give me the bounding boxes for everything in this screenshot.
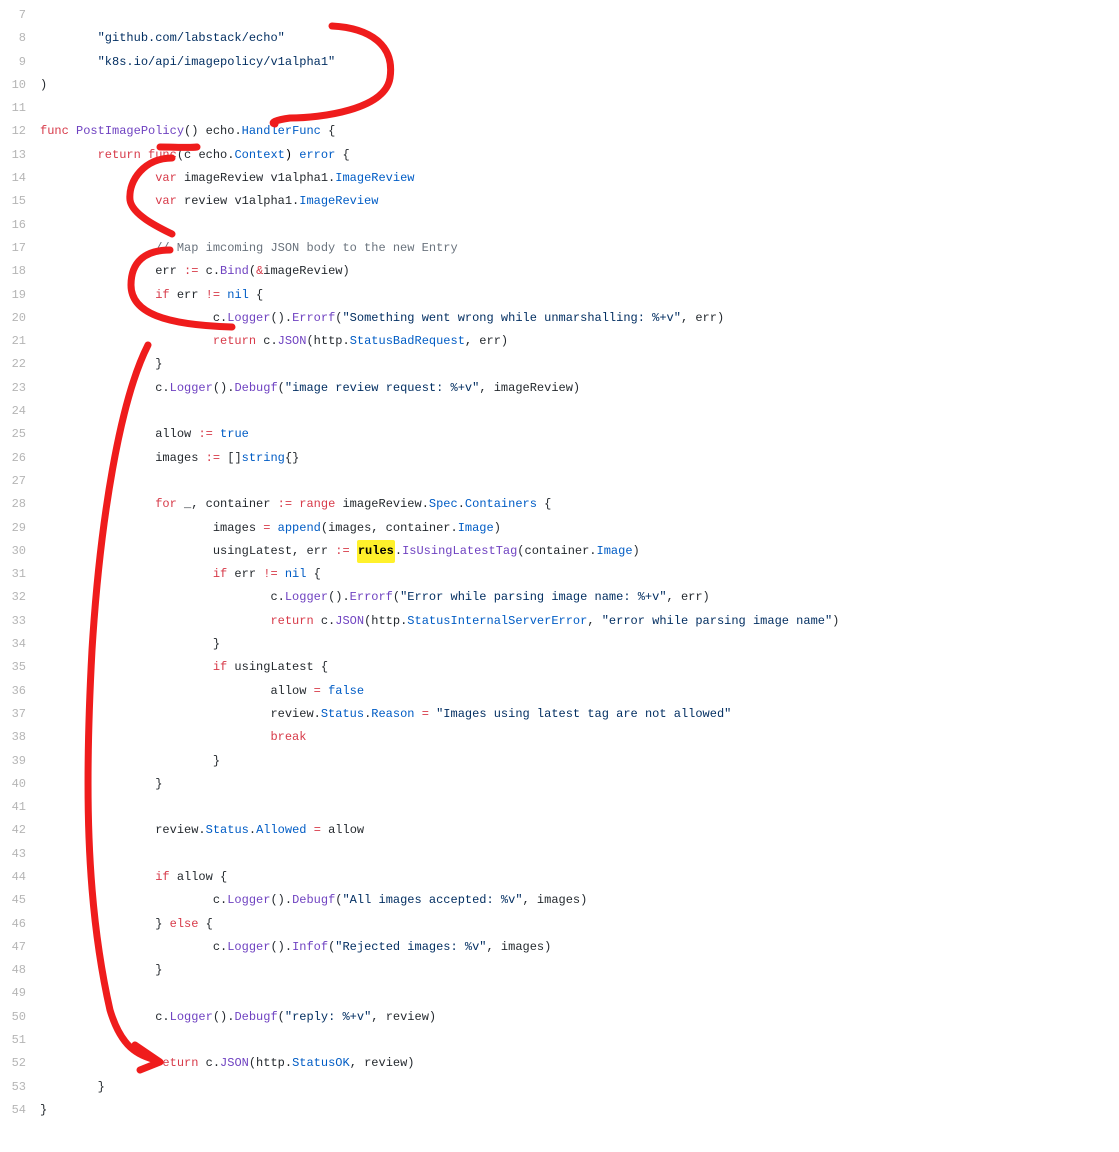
line-number: 38	[0, 726, 40, 749]
line-number: 12	[0, 120, 40, 143]
line-number: 46	[0, 913, 40, 936]
line-number: 7	[0, 4, 40, 27]
line-number: 25	[0, 423, 40, 446]
line-number: 44	[0, 866, 40, 889]
line-number: 36	[0, 680, 40, 703]
line-number: 31	[0, 563, 40, 586]
keyword[interactable]: else	[170, 913, 199, 936]
line-number: 51	[0, 1029, 40, 1052]
keyword[interactable]: if	[155, 284, 169, 307]
keyword[interactable]: var	[155, 167, 177, 190]
line-number: 29	[0, 517, 40, 540]
line-number: 32	[0, 586, 40, 609]
line-number: 41	[0, 796, 40, 819]
line-number: 35	[0, 656, 40, 679]
search-highlight[interactable]: rules	[357, 540, 395, 563]
keyword[interactable]: return	[213, 330, 256, 353]
import-string[interactable]: "k8s.io/api/imagepolicy/v1alpha1"	[98, 51, 336, 74]
line-number: 39	[0, 750, 40, 773]
line-number: 21	[0, 330, 40, 353]
line-number: 45	[0, 889, 40, 912]
code-editor[interactable]: 7 8 "github.com/labstack/echo" 9 "k8s.io…	[0, 0, 1119, 1152]
keyword[interactable]: return	[270, 610, 313, 633]
code-line[interactable]: )	[40, 74, 47, 97]
line-number: 14	[0, 167, 40, 190]
line-number: 22	[0, 353, 40, 376]
keyword[interactable]: return	[98, 144, 141, 167]
line-number: 16	[0, 214, 40, 237]
keyword[interactable]: range	[299, 493, 335, 516]
line-number: 28	[0, 493, 40, 516]
func-name[interactable]: PostImagePolicy	[76, 120, 184, 143]
line-number: 9	[0, 51, 40, 74]
keyword[interactable]: return	[155, 1052, 198, 1075]
keyword[interactable]: for	[155, 493, 177, 516]
line-number: 52	[0, 1052, 40, 1075]
line-number: 17	[0, 237, 40, 260]
line-number: 37	[0, 703, 40, 726]
line-number: 26	[0, 447, 40, 470]
line-number: 54	[0, 1099, 40, 1122]
keyword[interactable]: if	[155, 866, 169, 889]
line-number: 53	[0, 1076, 40, 1099]
import-string[interactable]: "github.com/labstack/echo"	[98, 27, 285, 50]
keyword[interactable]: func	[148, 144, 177, 167]
line-number: 23	[0, 377, 40, 400]
line-number: 27	[0, 470, 40, 493]
line-number: 48	[0, 959, 40, 982]
line-number: 50	[0, 1006, 40, 1029]
line-number: 13	[0, 144, 40, 167]
line-number: 30	[0, 540, 40, 563]
line-number: 49	[0, 982, 40, 1005]
keyword[interactable]: break	[270, 726, 306, 749]
line-number: 8	[0, 27, 40, 50]
line-number: 40	[0, 773, 40, 796]
comment[interactable]: // Map imcoming JSON body to the new Ent…	[155, 237, 457, 260]
keyword[interactable]: func	[40, 120, 69, 143]
line-number: 10	[0, 74, 40, 97]
line-number: 43	[0, 843, 40, 866]
line-number: 20	[0, 307, 40, 330]
line-number: 24	[0, 400, 40, 423]
line-number: 47	[0, 936, 40, 959]
line-number: 11	[0, 97, 40, 120]
line-number: 42	[0, 819, 40, 842]
code-line[interactable]: }	[40, 1099, 47, 1122]
keyword[interactable]: var	[155, 190, 177, 213]
line-number: 33	[0, 610, 40, 633]
keyword[interactable]: if	[213, 656, 227, 679]
line-number: 34	[0, 633, 40, 656]
line-number: 15	[0, 190, 40, 213]
line-number: 18	[0, 260, 40, 283]
line-number: 19	[0, 284, 40, 307]
keyword[interactable]: if	[213, 563, 227, 586]
